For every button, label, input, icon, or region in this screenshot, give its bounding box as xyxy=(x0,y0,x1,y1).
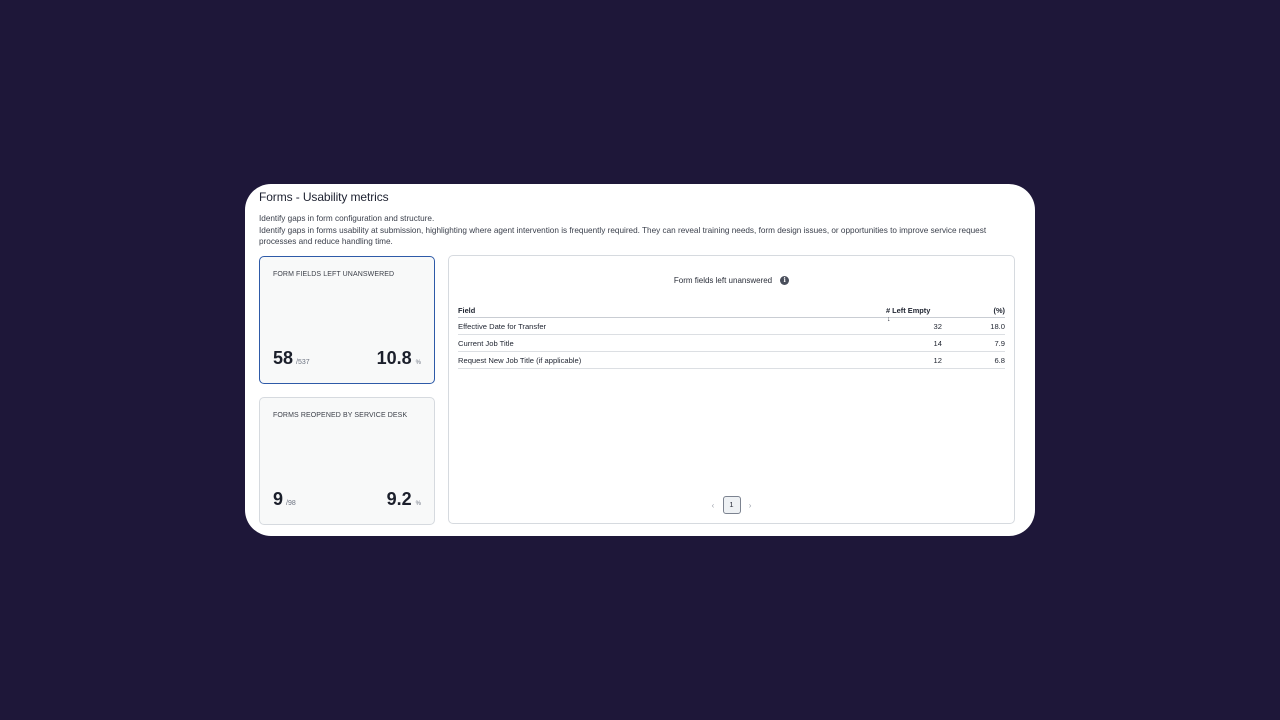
description-line-1: Identify gaps in form configuration and … xyxy=(259,214,435,223)
description-line-2: Identify gaps in forms usability at subm… xyxy=(259,225,987,247)
table-row: Effective Date for Transfer 32 18.0 xyxy=(458,317,1005,335)
pagination-prev-icon[interactable]: ‹ xyxy=(712,501,715,510)
column-header-left-empty[interactable]: # Left Empty ↓ xyxy=(886,299,942,323)
table-title-text: Form fields left unanswered xyxy=(673,276,773,285)
table-header-row: Field # Left Empty ↓ (%) xyxy=(458,299,1005,323)
cell-field: Effective Date for Transfer xyxy=(458,317,886,335)
card-count-value: 58 xyxy=(273,348,294,368)
card-count: 9/98 xyxy=(273,489,296,510)
unanswered-fields-table-panel: Form fields left unanswered i Field # Lef… xyxy=(448,255,1015,524)
card-percent-value: 9.2 xyxy=(386,489,412,509)
card-count-value: 9 xyxy=(273,489,284,509)
pagination-next-icon[interactable]: › xyxy=(749,501,752,510)
card-percent: 9.2% xyxy=(387,489,421,510)
card-forms-reopened-by-service-desk[interactable]: FORMS REOPENED BY SERVICE DESK 9/98 9.2% xyxy=(259,397,435,525)
table-title: Form fields left unanswered i xyxy=(449,276,1014,286)
sort-descending-icon: ↓ xyxy=(887,316,891,323)
card-count: 58/537 xyxy=(273,348,310,369)
card-percent-value: 10.8 xyxy=(376,348,412,368)
table-row: Current Job Title 14 7.9 xyxy=(458,334,1005,352)
page-title: Forms - Usability metrics xyxy=(259,190,389,204)
unanswered-fields-table: Field # Left Empty ↓ (%) Effective Date … xyxy=(458,299,1005,369)
pagination: ‹ 1 › xyxy=(449,496,1014,514)
panel-description: Identify gaps in form configuration and … xyxy=(259,213,1019,248)
usability-metrics-panel: Forms - Usability metrics Identify gaps … xyxy=(245,184,1035,536)
pagination-page-button[interactable]: 1 xyxy=(722,496,741,514)
cell-field: Request New Job Title (if applicable) xyxy=(458,351,886,369)
card-percent-unit: % xyxy=(415,501,421,507)
card-percent: 10.8% xyxy=(377,348,421,369)
info-icon[interactable]: i xyxy=(780,276,790,286)
cell-percent: 18.0 xyxy=(942,317,1005,335)
column-header-left-empty-label: # Left Empty xyxy=(886,306,931,315)
card-form-fields-left-unanswered[interactable]: FORM FIELDS LEFT UNANSWERED 58/537 10.8% xyxy=(259,256,435,384)
cell-left-empty: 12 xyxy=(886,351,942,369)
card-label: FORMS REOPENED BY SERVICE DESK xyxy=(273,412,408,419)
card-count-total: /98 xyxy=(286,500,296,507)
card-label: FORM FIELDS LEFT UNANSWERED xyxy=(273,271,395,278)
table-row: Request New Job Title (if applicable) 12… xyxy=(458,351,1005,369)
cell-percent: 7.9 xyxy=(942,334,1005,352)
cell-left-empty: 14 xyxy=(886,334,942,352)
column-header-field[interactable]: Field xyxy=(458,299,886,318)
card-count-total: /537 xyxy=(296,359,310,366)
cell-percent: 6.8 xyxy=(942,351,1005,369)
card-percent-unit: % xyxy=(415,360,421,366)
column-header-percent[interactable]: (%) xyxy=(942,299,1005,318)
cell-left-empty: 32 xyxy=(886,317,942,335)
cell-field: Current Job Title xyxy=(458,334,886,352)
